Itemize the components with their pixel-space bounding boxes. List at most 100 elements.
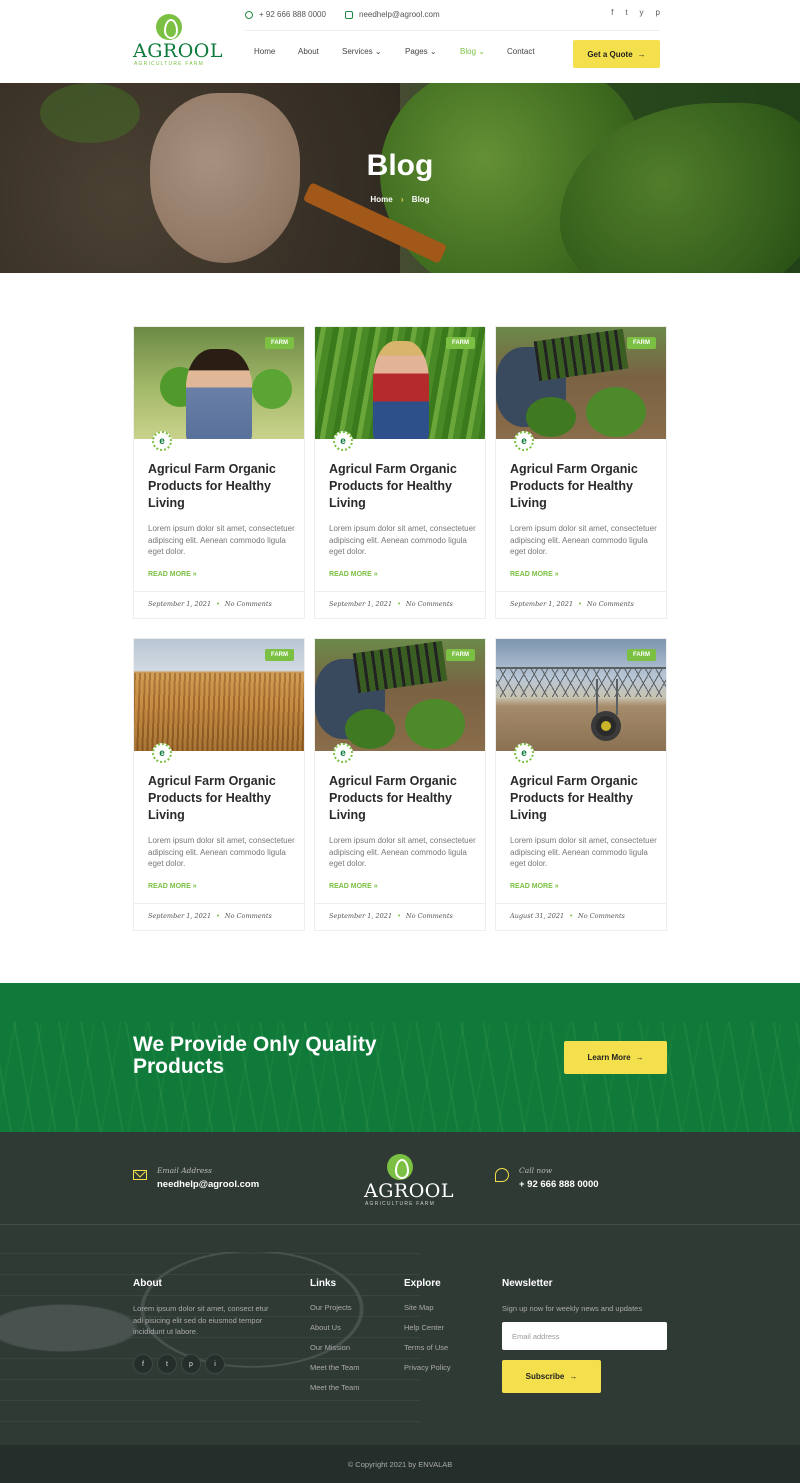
post-title[interactable]: Agricul Farm Organic Products for Health… xyxy=(329,773,469,824)
footer-explore-title: Explore xyxy=(404,1278,441,1289)
breadcrumb-home[interactable]: Home xyxy=(370,195,392,204)
read-more-link[interactable]: READ MORE » xyxy=(510,571,559,578)
learn-more-button[interactable]: Learn More → xyxy=(564,1041,667,1074)
post-image[interactable]: FARM xyxy=(496,639,666,751)
get-quote-button[interactable]: Get a Quote → xyxy=(573,40,660,68)
category-badge[interactable]: FARM xyxy=(265,337,294,349)
footer-link[interactable]: Terms of Use xyxy=(404,1343,451,1352)
post-image[interactable]: FARM xyxy=(496,327,666,439)
twitter-icon[interactable]: t xyxy=(157,1354,177,1374)
twitter-icon[interactable]: t xyxy=(625,8,627,17)
read-more-link[interactable]: READ MORE » xyxy=(329,571,378,578)
blog-card[interactable]: FARM e Agricul Farm Organic Products for… xyxy=(133,638,305,931)
newsletter-email-input[interactable] xyxy=(502,1322,667,1350)
footer-link[interactable]: Site Map xyxy=(404,1303,451,1312)
footer-logo[interactable]: AGROOL AGRICULTURE FARM xyxy=(364,1154,453,1207)
nav-home[interactable]: Home xyxy=(254,47,275,56)
pinterest-icon[interactable]: p xyxy=(656,8,660,17)
read-more-link[interactable]: READ MORE » xyxy=(148,883,197,890)
instagram-icon[interactable]: i xyxy=(205,1354,225,1374)
facebook-icon[interactable]: f xyxy=(611,8,613,17)
post-image[interactable]: FARM xyxy=(315,639,485,751)
post-image[interactable]: FARM xyxy=(134,639,304,751)
nav-services[interactable]: Services ⌄ xyxy=(342,47,382,56)
youtube-icon[interactable]: y xyxy=(640,8,644,17)
blog-card[interactable]: FARM e Agricul Farm Organic Products for… xyxy=(495,638,667,931)
post-comments[interactable]: No Comments xyxy=(406,600,453,608)
nav-about[interactable]: About xyxy=(298,47,319,56)
category-badge[interactable]: FARM xyxy=(446,649,475,661)
post-title[interactable]: Agricul Farm Organic Products for Health… xyxy=(510,461,650,512)
blog-card[interactable]: FARM e Agricul Farm Organic Products for… xyxy=(133,326,305,619)
post-comments[interactable]: No Comments xyxy=(225,912,272,920)
author-badge-icon: e xyxy=(333,743,353,763)
nav-pages[interactable]: Pages ⌄ xyxy=(405,47,437,56)
footer-about-title: About xyxy=(133,1278,162,1289)
meta-dot: • xyxy=(216,600,220,608)
nav-blog[interactable]: Blog ⌄ xyxy=(460,47,485,56)
post-title[interactable]: Agricul Farm Organic Products for Health… xyxy=(510,773,650,824)
footer-email-value[interactable]: needhelp@agrool.com xyxy=(157,1179,259,1190)
category-badge[interactable]: FARM xyxy=(627,649,656,661)
blog-card[interactable]: FARM e Agricul Farm Organic Products for… xyxy=(314,326,486,619)
blog-card[interactable]: FARM e Agricul Farm Organic Products for… xyxy=(314,638,486,931)
arrow-right-icon: → xyxy=(637,49,646,59)
post-excerpt: Lorem ipsum dolor sit amet, consectetuer… xyxy=(510,524,657,556)
footer-phone-value[interactable]: + 92 666 888 0000 xyxy=(519,1179,599,1190)
footer-email[interactable]: Email Address needhelp@agrool.com xyxy=(133,1166,259,1190)
category-badge[interactable]: FARM xyxy=(627,337,656,349)
blog-card[interactable]: FARM e Agricul Farm Organic Products for… xyxy=(495,326,667,619)
irrigation-wheel xyxy=(591,711,621,741)
plant xyxy=(526,397,576,437)
post-comments[interactable]: No Comments xyxy=(225,600,272,608)
read-more-link[interactable]: READ MORE » xyxy=(510,883,559,890)
category-badge[interactable]: FARM xyxy=(265,649,294,661)
card-divider xyxy=(134,903,304,904)
footer-call-label: Call now xyxy=(519,1166,553,1175)
breadcrumb: Home › Blog xyxy=(0,195,800,204)
footer-link[interactable]: Our Mission xyxy=(310,1343,359,1352)
post-image[interactable]: FARM xyxy=(134,327,304,439)
cta-title: We Provide Only Quality Products xyxy=(133,1033,377,1078)
site-logo[interactable]: AGROOL AGRICULTURE FARM xyxy=(133,14,222,67)
logo-tagline: AGRICULTURE FARM xyxy=(365,1201,435,1207)
post-meta: September 1, 2021 • No Comments xyxy=(148,600,272,608)
nav-contact[interactable]: Contact xyxy=(507,47,535,56)
footer-phone[interactable]: Call now + 92 666 888 0000 xyxy=(495,1166,599,1190)
plant xyxy=(345,709,395,749)
post-title[interactable]: Agricul Farm Organic Products for Health… xyxy=(148,461,288,512)
post-meta: September 1, 2021 • No Comments xyxy=(329,912,453,920)
pinterest-icon[interactable]: p xyxy=(181,1354,201,1374)
facebook-icon[interactable]: f xyxy=(133,1354,153,1374)
read-more-link[interactable]: READ MORE » xyxy=(329,883,378,890)
card-divider xyxy=(134,591,304,592)
topbar-email-text: needhelp@agrool.com xyxy=(359,10,440,19)
footer-link[interactable]: Meet the Team xyxy=(310,1363,359,1372)
phone-icon xyxy=(495,1168,509,1182)
category-badge[interactable]: FARM xyxy=(446,337,475,349)
footer-link[interactable]: Help Center xyxy=(404,1323,451,1332)
topbar-socials: f t y p xyxy=(611,8,660,17)
post-comments[interactable]: No Comments xyxy=(406,912,453,920)
logo-tagline: AGRICULTURE FARM xyxy=(134,61,204,67)
read-more-link[interactable]: READ MORE » xyxy=(148,571,197,578)
footer-link[interactable]: Meet the Team xyxy=(310,1383,359,1392)
footer-link[interactable]: About Us xyxy=(310,1323,359,1332)
subscribe-button[interactable]: Subscribe → xyxy=(502,1360,601,1393)
post-image[interactable]: FARM xyxy=(315,327,485,439)
mail-icon xyxy=(345,10,353,19)
footer-link[interactable]: Privacy Policy xyxy=(404,1363,451,1372)
topbar-email[interactable]: needhelp@agrool.com xyxy=(345,10,440,19)
post-title[interactable]: Agricul Farm Organic Products for Health… xyxy=(329,461,469,512)
post-title[interactable]: Agricul Farm Organic Products for Health… xyxy=(148,773,288,824)
topbar-phone[interactable]: + 92 666 888 0000 xyxy=(245,10,326,19)
footer-link[interactable]: Our Projects xyxy=(310,1303,359,1312)
chevron-right-icon: › xyxy=(400,195,404,204)
topbar-phone-text: + 92 666 888 0000 xyxy=(259,10,326,19)
nav-blog-label: Blog xyxy=(460,47,477,56)
card-divider xyxy=(315,591,485,592)
post-date: September 1, 2021 xyxy=(510,600,574,608)
meta-dot: • xyxy=(578,600,582,608)
post-comments[interactable]: No Comments xyxy=(587,600,634,608)
post-comments[interactable]: No Comments xyxy=(578,912,625,920)
